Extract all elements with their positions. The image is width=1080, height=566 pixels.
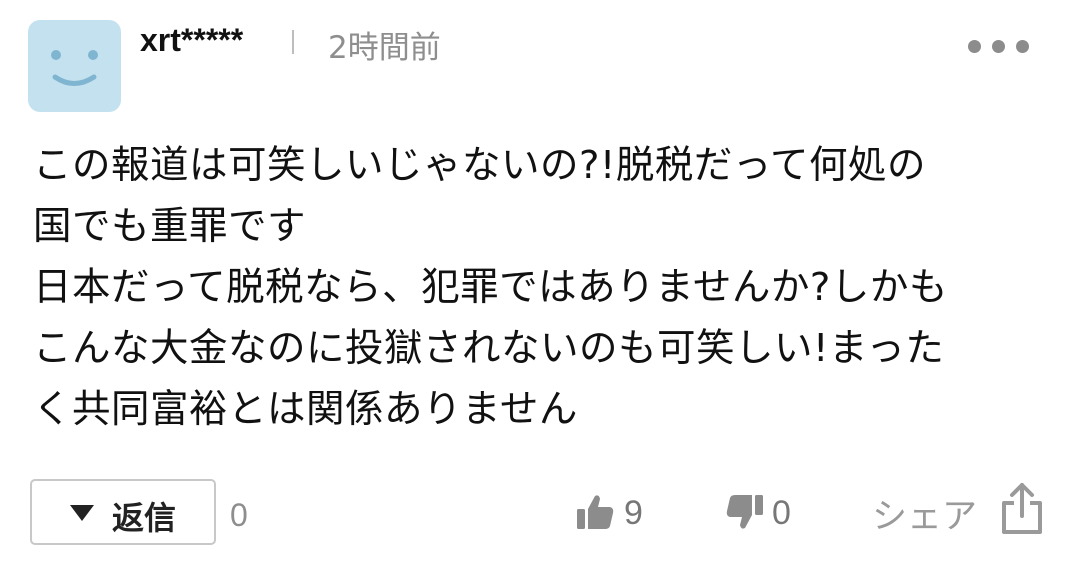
comment-text: この報道は可笑しいじゃないの?!脱税だって何処の 国でも重罪です 日本だって脱税… xyxy=(33,143,948,432)
reply-label: 返信 xyxy=(112,499,177,537)
timestamp: 2時間前 xyxy=(328,30,441,66)
more-options-button[interactable] xyxy=(966,36,1032,56)
dislike-count: 0 xyxy=(772,494,791,532)
more-dot-icon xyxy=(968,40,981,53)
reply-button[interactable]: 返信 xyxy=(30,479,216,545)
divider xyxy=(292,30,294,54)
reply-count: 0 xyxy=(230,497,248,533)
thumbs-down-icon[interactable] xyxy=(724,492,764,532)
avatar[interactable] xyxy=(28,20,121,112)
username[interactable]: xrt***** xyxy=(140,22,243,59)
more-dot-icon xyxy=(1016,40,1029,53)
thumbs-up-icon[interactable] xyxy=(576,492,616,532)
share-label: シェア xyxy=(872,497,978,537)
caret-down-icon xyxy=(70,505,94,521)
more-dot-icon xyxy=(992,40,1005,53)
smiley-face-icon xyxy=(51,50,98,86)
share-icon xyxy=(1002,483,1042,534)
like-count: 9 xyxy=(624,494,643,532)
